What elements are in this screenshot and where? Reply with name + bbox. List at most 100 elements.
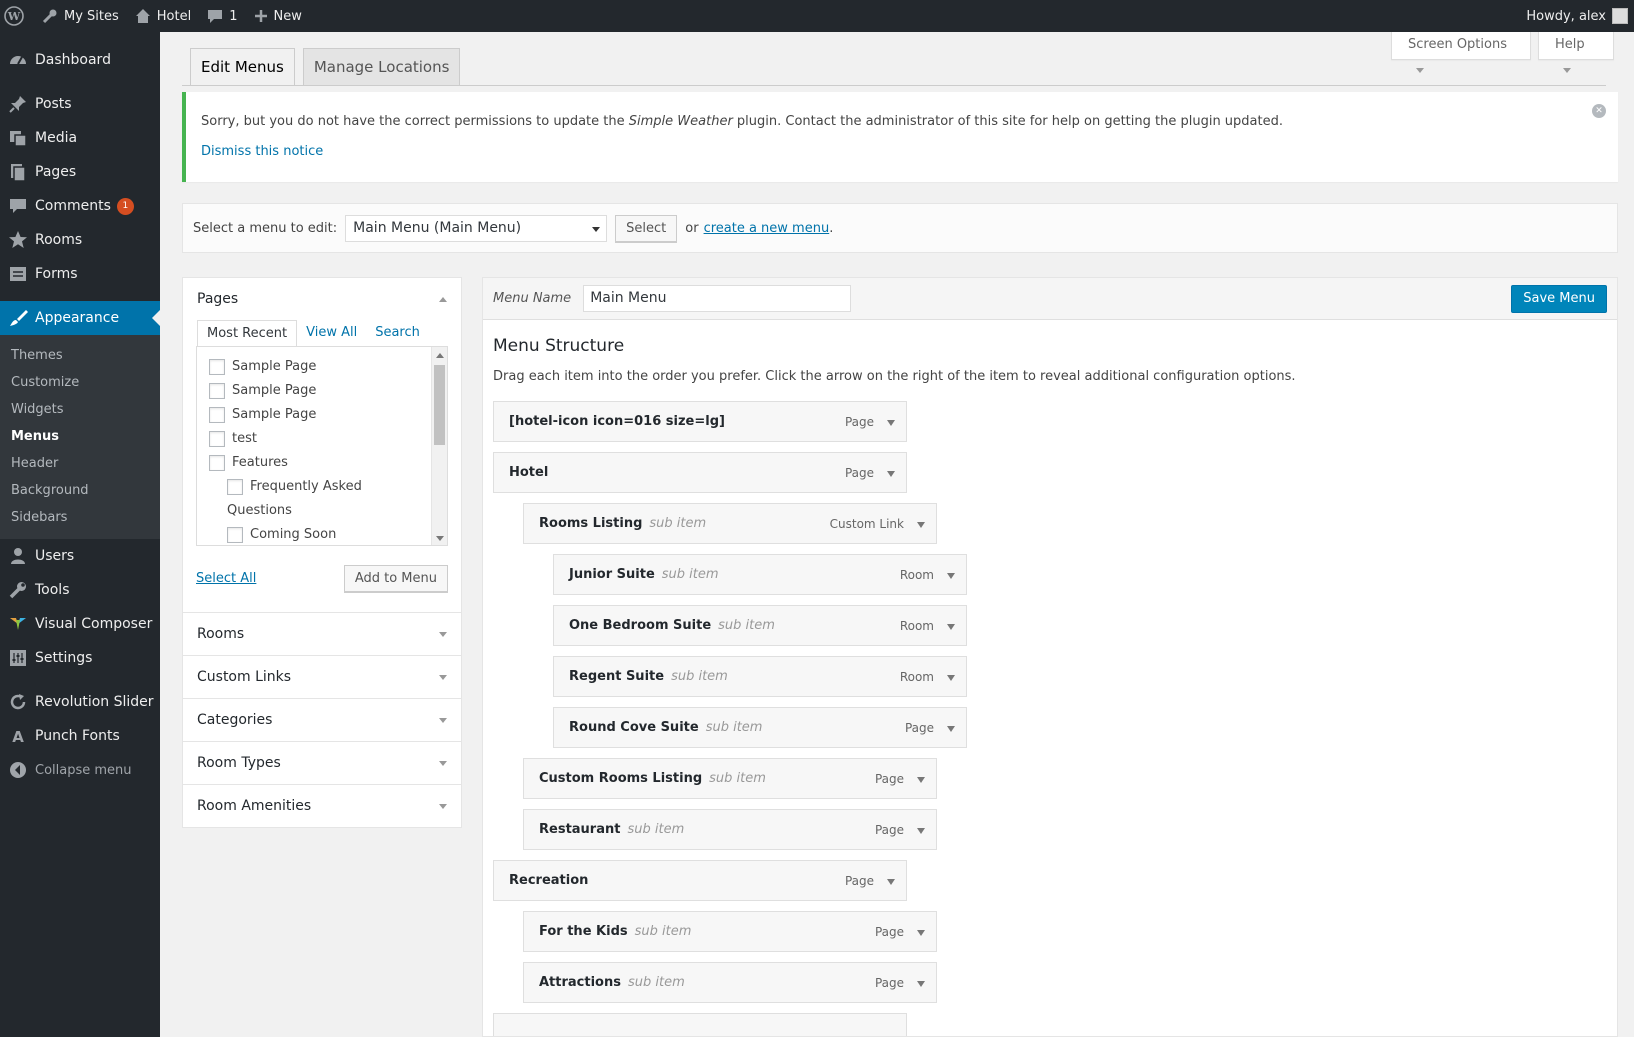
submenu-item-menus[interactable]: Menus [0,423,160,450]
submenu-item-widgets[interactable]: Widgets [0,396,160,423]
home-icon [135,9,150,23]
sidebar-item-appearance[interactable]: Appearance [0,301,160,335]
sidebar-item-dashboard[interactable]: Dashboard [0,43,160,77]
menu-item[interactable]: Junior Suite sub item Room [553,554,967,595]
custom-links-section-header[interactable]: Custom Links [183,656,461,698]
sidebar-item-revolution-slider[interactable]: Revolution Slider [0,685,160,719]
my-sites-label: My Sites [64,8,119,24]
chevron-down-icon[interactable] [917,522,925,528]
tab-manage-locations[interactable]: Manage Locations [302,48,461,86]
add-to-menu-button[interactable]: Add to Menu [343,565,448,592]
new-content-link[interactable]: New [246,0,310,32]
menu-item[interactable]: Restaurant sub item Page [523,809,937,850]
menu-item[interactable]: [hotel-icon icon=016 size=lg] Page [493,401,907,442]
close-icon[interactable]: ✕ [1592,104,1606,118]
menu-item[interactable]: Recreation Page [493,860,907,901]
create-new-menu-link[interactable]: create a new menu [704,221,830,236]
my-sites-link[interactable]: My Sites [34,0,127,32]
sidebar-item-rooms[interactable]: Rooms [0,223,160,257]
sub-item-label: sub item [634,924,692,939]
page-checkbox[interactable] [209,431,225,447]
menu-item[interactable]: For the Kids sub item Page [523,911,937,952]
list-item: Features [197,451,447,475]
select-all-link[interactable]: Select All [196,571,256,586]
scroll-up-icon[interactable] [436,353,444,358]
sidebar-item-comments[interactable]: Comments 1 [0,189,160,223]
wrench-icon [42,9,57,24]
sub-item-label: sub item [649,516,707,531]
page-checkbox[interactable] [209,455,225,471]
chevron-down-icon[interactable] [947,675,955,681]
collapse-menu-button[interactable]: Collapse menu [0,753,160,787]
wordpress-logo-icon[interactable]: W [0,0,34,32]
pages-section-header[interactable]: Pages [183,278,461,320]
tab-search[interactable]: Search [366,320,429,346]
chevron-down-icon[interactable] [887,420,895,426]
page-checkbox[interactable] [209,407,225,423]
tab-view-all[interactable]: View All [297,320,366,346]
menu-item[interactable]: Rooms Listing sub item Custom Link [523,503,937,544]
page-checkbox[interactable] [209,383,225,399]
save-menu-button[interactable]: Save Menu [1511,285,1607,313]
menu-item[interactable] [493,1013,907,1036]
chevron-down-icon[interactable] [887,471,895,477]
menu-item[interactable]: Hotel Page [493,452,907,493]
sidebar-item-posts[interactable]: Posts [0,87,160,121]
screen-options-button[interactable]: Screen Options [1391,32,1531,73]
menu-name-input[interactable]: Main Menu [583,285,852,312]
sidebar-item-media[interactable]: Media [0,121,160,155]
tab-edit-menus[interactable]: Edit Menus [190,48,295,86]
submenu-item-header[interactable]: Header [0,450,160,477]
submenu-item-background[interactable]: Background [0,477,160,504]
submenu-item-customize[interactable]: Customize [0,369,160,396]
user-account-link[interactable]: Howdy, alex [1518,0,1634,32]
pages-tabs: Most Recent View All Search [197,320,448,346]
dismiss-notice-link[interactable]: Dismiss this notice [201,144,323,159]
chevron-down-icon[interactable] [917,930,925,936]
menu-item[interactable]: Attractions sub item Page [523,962,937,1003]
menu-select-dropdown[interactable]: Main Menu (Main Menu) [345,214,608,242]
notice-text-after: plugin. Contact the administrator of thi… [732,114,1283,129]
sidebar-item-pages[interactable]: Pages [0,155,160,189]
submenu-item-sidebars[interactable]: Sidebars [0,504,160,531]
site-name-link[interactable]: Hotel [127,0,199,32]
menu-item[interactable]: One Bedroom Suite sub item Room [553,605,967,646]
room-amenities-section-header[interactable]: Room Amenities [183,785,461,827]
chevron-down-icon[interactable] [917,828,925,834]
menu-item-title: Restaurant [539,822,621,837]
chevron-down-icon[interactable] [887,879,895,885]
help-button[interactable]: Help [1538,32,1614,73]
checklist-scrollbar[interactable] [431,347,447,545]
page-checkbox[interactable] [227,527,243,543]
scroll-down-icon[interactable] [436,536,444,541]
sidebar-item-tools[interactable]: Tools [0,573,160,607]
menu-item[interactable]: Round Cove Suite sub item Page [553,707,967,748]
chevron-down-icon[interactable] [947,726,955,732]
categories-section-header[interactable]: Categories [183,699,461,741]
section-title: Custom Links [197,669,292,685]
rooms-section-header[interactable]: Rooms [183,613,461,655]
sidebar-item-forms[interactable]: Forms [0,257,160,291]
menu-item[interactable]: Custom Rooms Listing sub item Page [523,758,937,799]
select-button[interactable]: Select [615,214,678,242]
sidebar-item-punch-fonts[interactable]: A Punch Fonts [0,719,160,753]
comments-link[interactable]: 1 [199,0,245,32]
sidebar-item-users[interactable]: Users [0,539,160,573]
chevron-down-icon[interactable] [947,624,955,630]
site-name-label: Hotel [156,8,192,24]
chevron-down-icon[interactable] [917,777,925,783]
page-checkbox[interactable] [227,479,243,495]
page-checkbox[interactable] [209,359,225,375]
chevron-down-icon[interactable] [917,981,925,987]
submenu-item-themes[interactable]: Themes [0,342,160,369]
new-label: New [273,8,302,24]
room-types-section-header[interactable]: Room Types [183,742,461,784]
sidebar-item-visual-composer[interactable]: Visual Composer [0,607,160,641]
menu-item-title: For the Kids [539,924,628,939]
tab-most-recent[interactable]: Most Recent [197,320,298,346]
sidebar-item-settings[interactable]: Settings [0,641,160,675]
scroll-thumb[interactable] [434,365,445,445]
sidebar-item-label: Comments [35,198,111,214]
menu-item[interactable]: Regent Suite sub item Room [553,656,967,697]
chevron-down-icon[interactable] [947,573,955,579]
